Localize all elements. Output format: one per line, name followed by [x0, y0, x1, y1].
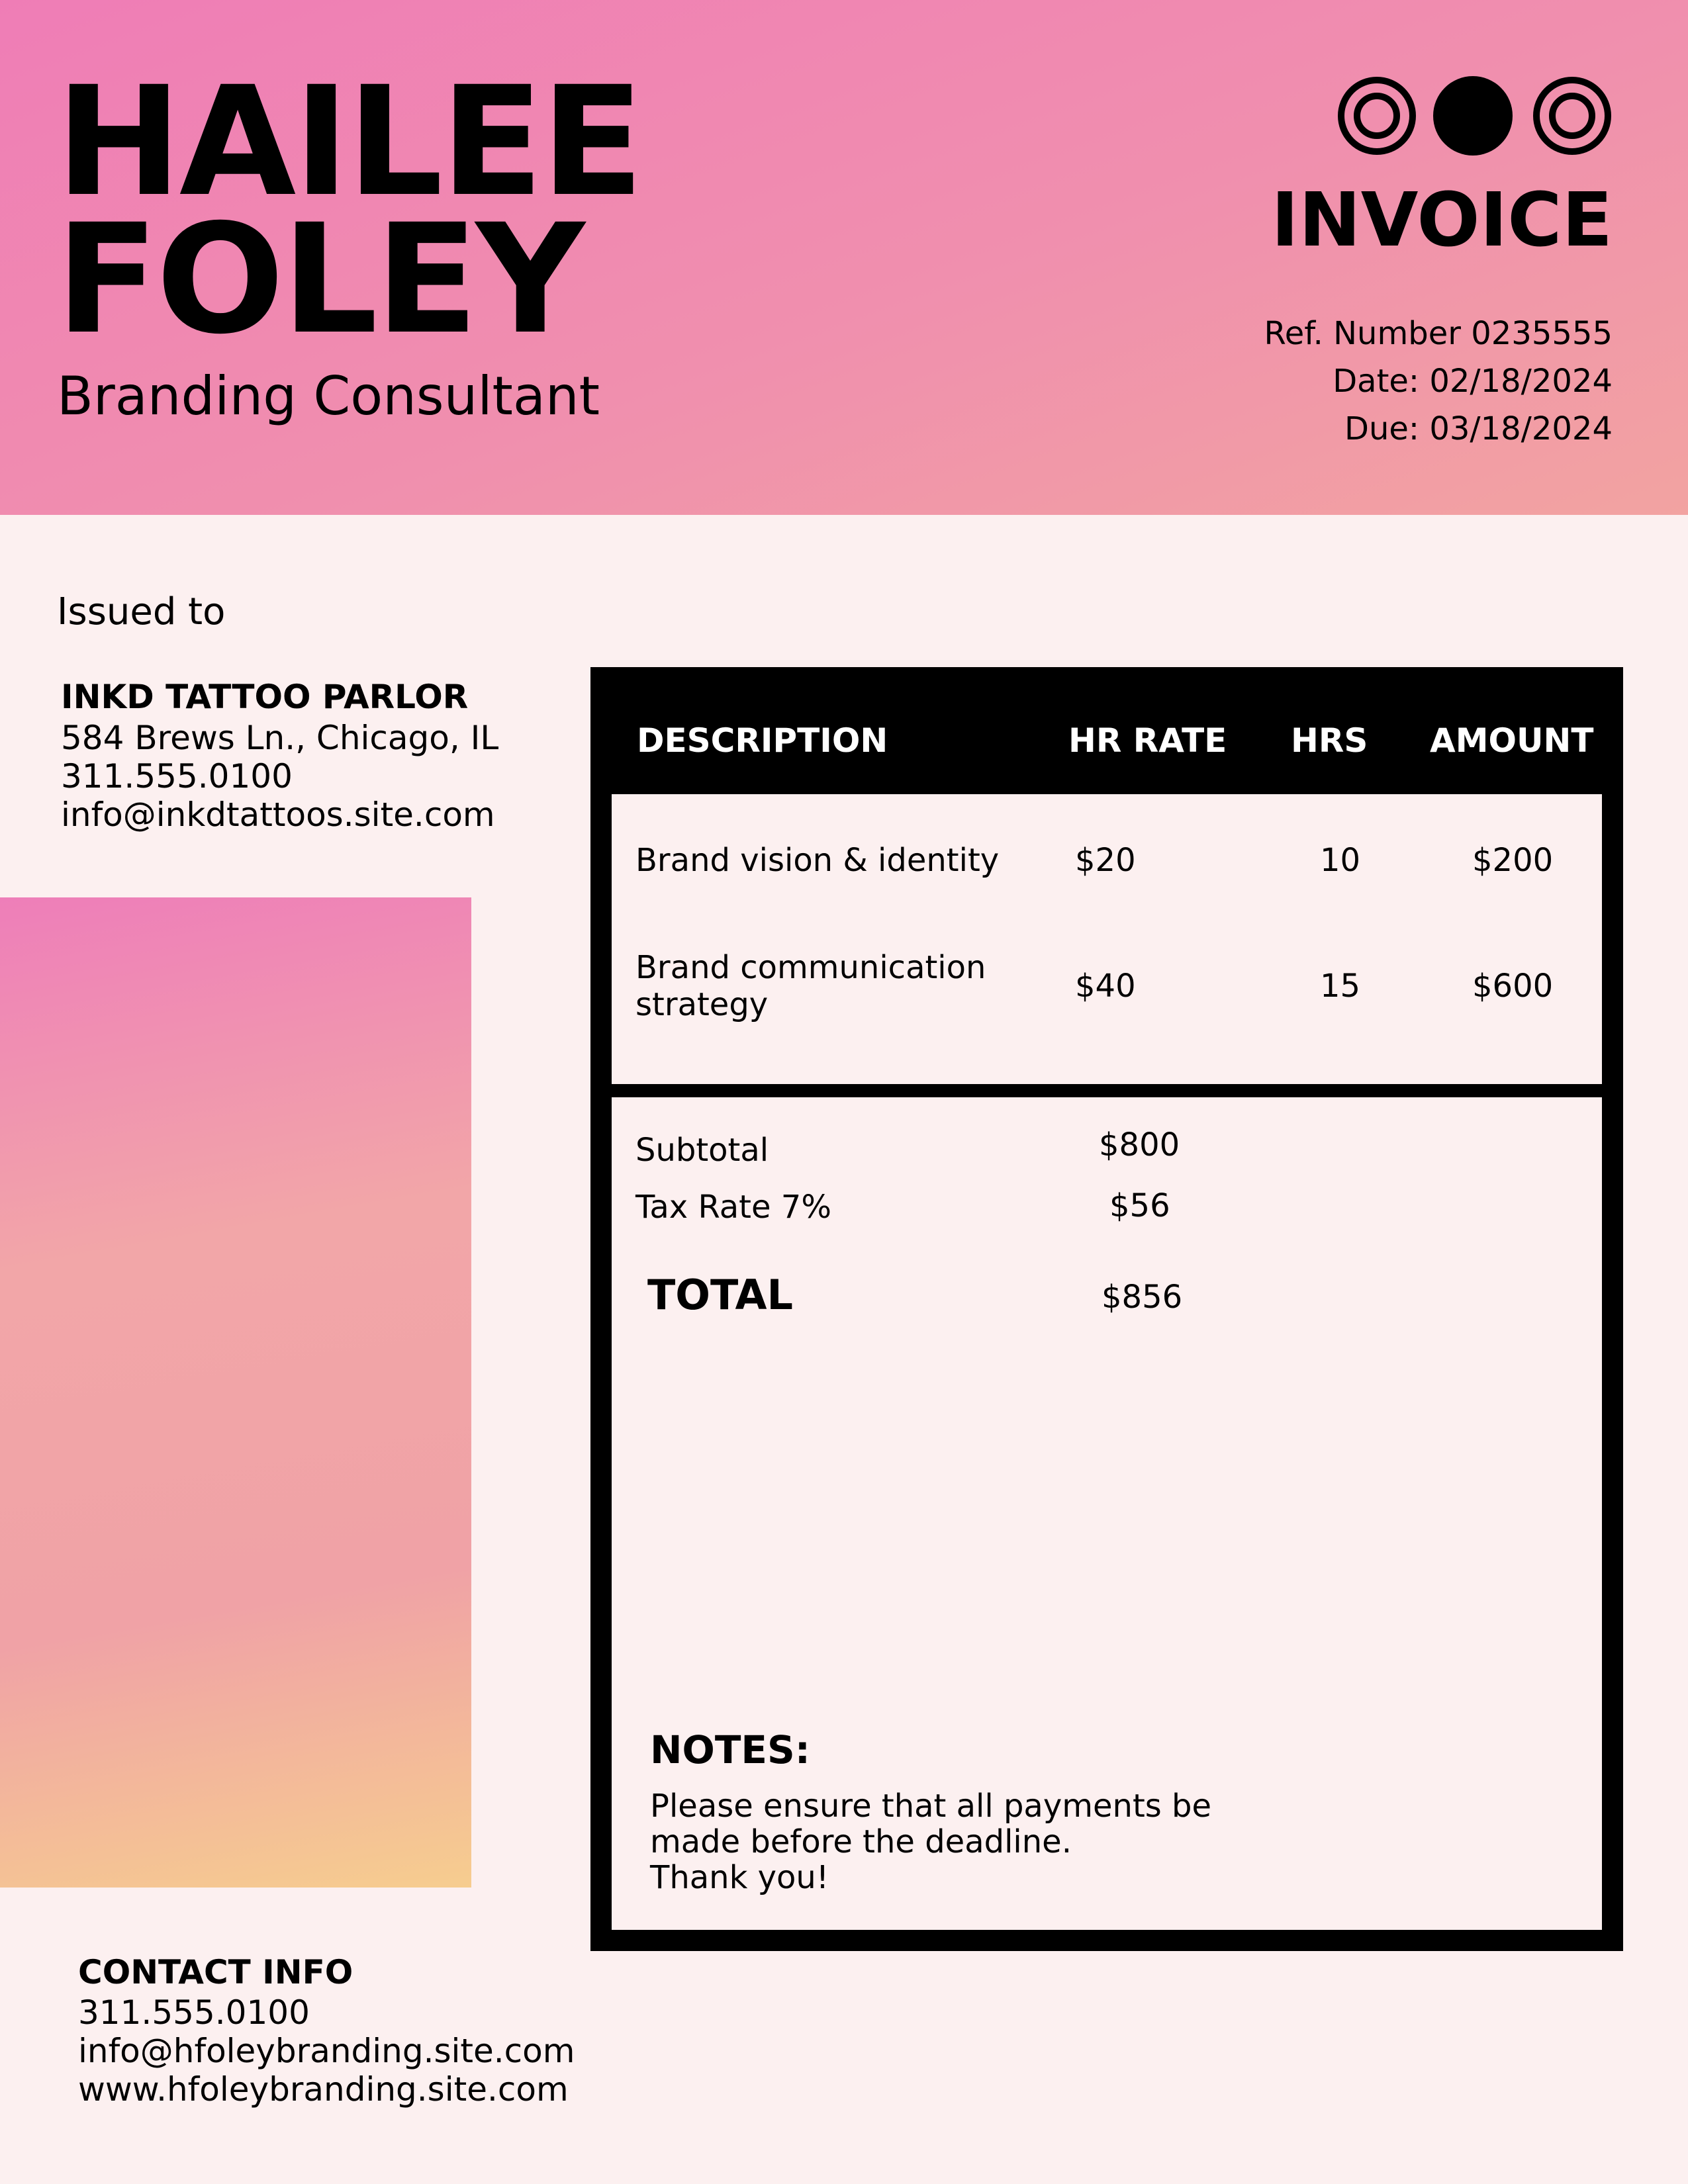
- item-description: Brand vision & identity: [635, 842, 1000, 879]
- consultant-role: Branding Consultant: [57, 365, 600, 427]
- filled-circle-icon: [1433, 76, 1513, 156]
- invoice-date: Date: 02/18/2024: [1333, 363, 1613, 400]
- subtotal-value: $800: [1099, 1126, 1180, 1163]
- due-date: Due: 03/18/2024: [1344, 410, 1613, 447]
- concentric-circle-icon: [1338, 77, 1416, 155]
- table-header: DESCRIPTION HR RATE HRS AMOUNT: [590, 667, 1623, 794]
- total-label: TOTAL: [647, 1271, 793, 1319]
- total-value: $856: [1102, 1279, 1183, 1316]
- item-amount: $600: [1472, 968, 1554, 1005]
- tax-label: Tax Rate 7%: [635, 1189, 831, 1226]
- notes-line-2: made before the deadline.: [650, 1823, 1072, 1860]
- header-banner: HAILEE FOLEY Branding Consultant INVOICE…: [0, 0, 1688, 515]
- notes-title: NOTES:: [650, 1727, 810, 1772]
- header-rate: HR RATE: [1068, 721, 1227, 760]
- header-description: DESCRIPTION: [637, 721, 888, 760]
- invoice-meta: Ref. Number 0235555 Date: 02/18/2024 Due…: [1264, 310, 1613, 453]
- summary-panel: Subtotal $800 Tax Rate 7% $56 TOTAL $856…: [612, 1097, 1602, 1930]
- issued-to-label: Issued to: [57, 590, 226, 633]
- invoice-title: INVOICE: [1271, 177, 1613, 263]
- contact-website: www.hfoleybranding.site.com: [78, 2070, 569, 2109]
- reference-number: Ref. Number 0235555: [1264, 315, 1613, 352]
- invoice-table: DESCRIPTION HR RATE HRS AMOUNT Brand vis…: [590, 667, 1623, 1951]
- client-info: INKD TATTOO PARLOR 584 Brews Ln., Chicag…: [61, 675, 498, 834]
- name-line-2: FOLEY: [56, 191, 585, 367]
- logo-circles: [1338, 76, 1611, 156]
- contact-info: CONTACT INFO 311.555.0100 info@hfoleybra…: [78, 1951, 575, 2109]
- client-email: info@inkdtattoos.site.com: [61, 796, 495, 834]
- decorative-gradient-block: [0, 897, 471, 1888]
- notes-line-1: Please ensure that all payments be: [650, 1788, 1212, 1825]
- contact-title: CONTACT INFO: [78, 1953, 353, 1991]
- notes-text: Please ensure that all payments be made …: [650, 1788, 1246, 1895]
- item-hours: 10: [1320, 842, 1361, 879]
- subtotal-label: Subtotal: [635, 1132, 769, 1169]
- header-amount: AMOUNT: [1430, 721, 1594, 760]
- header-hours: HRS: [1291, 721, 1368, 760]
- tax-value: $56: [1109, 1187, 1170, 1224]
- consultant-name: HAILEE FOLEY: [56, 54, 644, 367]
- client-address: 584 Brews Ln., Chicago, IL: [61, 719, 499, 757]
- name-line-1: HAILEE: [56, 54, 644, 230]
- client-name: INKD TATTOO PARLOR: [61, 678, 469, 716]
- notes-line-3: Thank you!: [650, 1859, 829, 1896]
- line-items: Brand vision & identity $20 10 $200 Bran…: [612, 794, 1602, 1084]
- concentric-circle-icon: [1533, 77, 1611, 155]
- item-description: Brand communication strategy: [635, 949, 986, 1023]
- contact-email: info@hfoleybranding.site.com: [78, 2032, 575, 2070]
- item-rate: $40: [1075, 968, 1136, 1005]
- item-rate: $20: [1075, 842, 1136, 879]
- item-hours: 15: [1320, 968, 1361, 1005]
- contact-phone: 311.555.0100: [78, 1993, 310, 2032]
- client-phone: 311.555.0100: [61, 757, 293, 796]
- item-amount: $200: [1472, 842, 1554, 879]
